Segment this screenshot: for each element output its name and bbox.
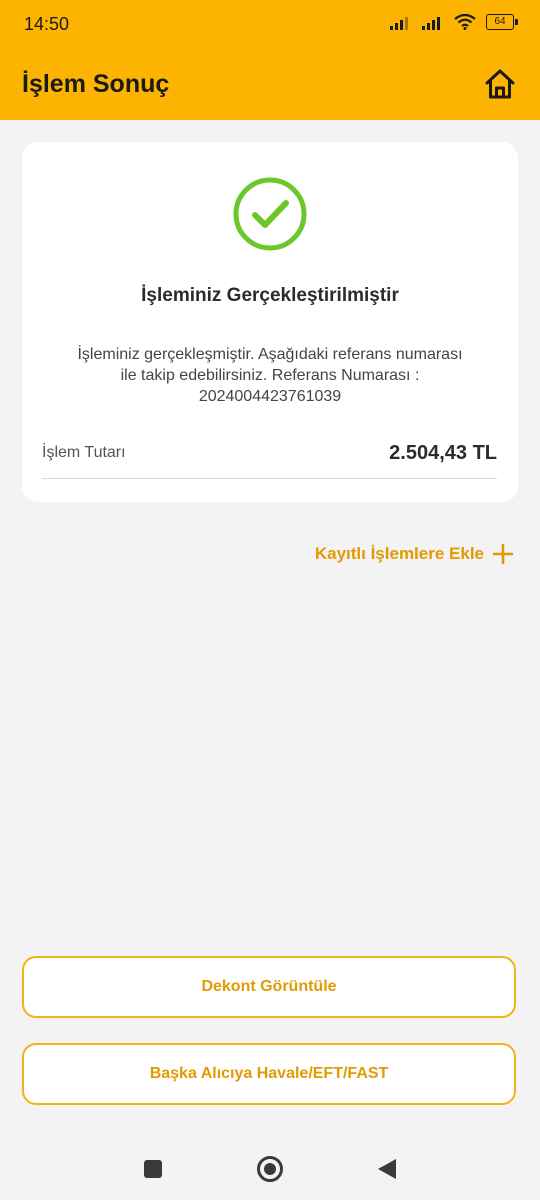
system-navigation-bar (0, 1137, 540, 1200)
home-button[interactable] (480, 64, 520, 104)
success-description: İşleminiz gerçekleşmiştir. Aşağıdaki ref… (77, 346, 463, 405)
success-title: İşleminiz Gerçekleştirilmiştir (141, 285, 399, 306)
recent-apps-button[interactable] (144, 1160, 162, 1178)
system-home-button[interactable] (257, 1156, 283, 1182)
result-card: İşleminiz Gerçekleştirilmiştir İşleminiz… (22, 142, 518, 502)
amount-label: İşlem Tutarı (42, 444, 126, 461)
status-icons: 64 (390, 14, 518, 30)
check-circle-icon (230, 174, 310, 259)
back-button[interactable] (378, 1159, 396, 1179)
signal-icon-2 (422, 17, 440, 30)
amount-row: İşlem Tutarı 2.504,43 TL (42, 438, 497, 479)
new-transfer-button[interactable]: Başka Alıcıya Havale/EFT/FAST (22, 1043, 516, 1105)
home-icon (485, 69, 515, 99)
signal-icon (390, 17, 408, 30)
status-bar: 14:50 64 (0, 0, 540, 50)
save-link-label: Kayıtlı İşlemlere Ekle (314, 544, 484, 563)
status-time: 14:50 (24, 14, 70, 34)
add-to-saved-transactions-link[interactable]: Kayıtlı İşlemlere Ekle (315, 543, 514, 565)
amount-value: 2.504,43 TL (389, 442, 497, 464)
plus-icon (492, 543, 514, 565)
view-receipt-button[interactable]: Dekont Görüntüle (22, 956, 516, 1018)
app-bar: İşlem Sonuç (0, 50, 540, 120)
wifi-icon (454, 14, 476, 30)
page-title: İşlem Sonuç (22, 70, 170, 98)
battery-icon: 64 (486, 14, 518, 30)
